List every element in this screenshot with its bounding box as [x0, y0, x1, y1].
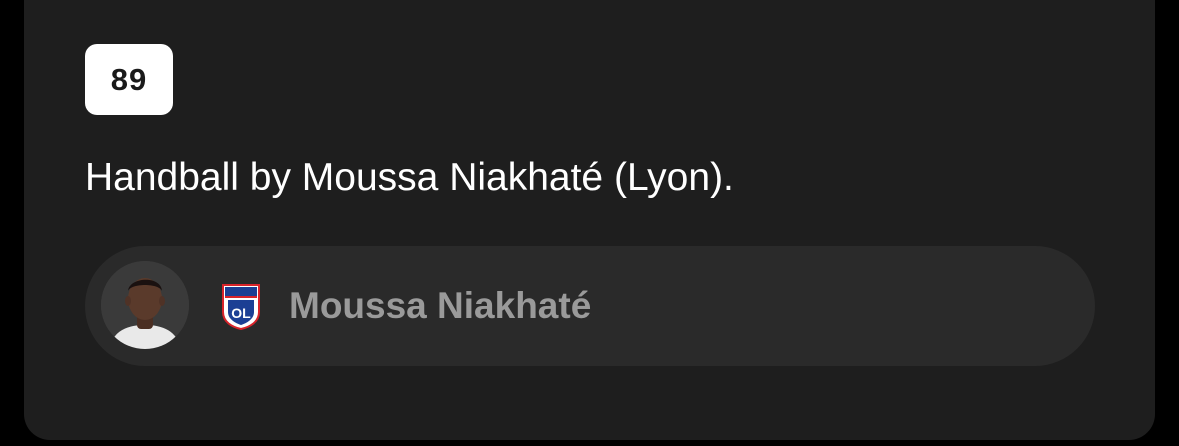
player-chip[interactable]: OL Moussa Niakhaté — [85, 246, 1095, 366]
event-description: Handball by Moussa Niakhaté (Lyon). — [85, 156, 734, 199]
player-name: Moussa Niakhaté — [289, 285, 592, 326]
minute-label: 89 — [110, 61, 148, 97]
player-avatar — [101, 261, 189, 349]
minute-badge: 89 — [85, 44, 173, 115]
svg-text:OL: OL — [231, 305, 251, 321]
event-card: 89 Handball by Moussa Niakhaté (Lyon). O… — [24, 0, 1155, 440]
player-photo-icon — [101, 261, 189, 349]
lyon-crest-icon: OL — [220, 282, 262, 331]
